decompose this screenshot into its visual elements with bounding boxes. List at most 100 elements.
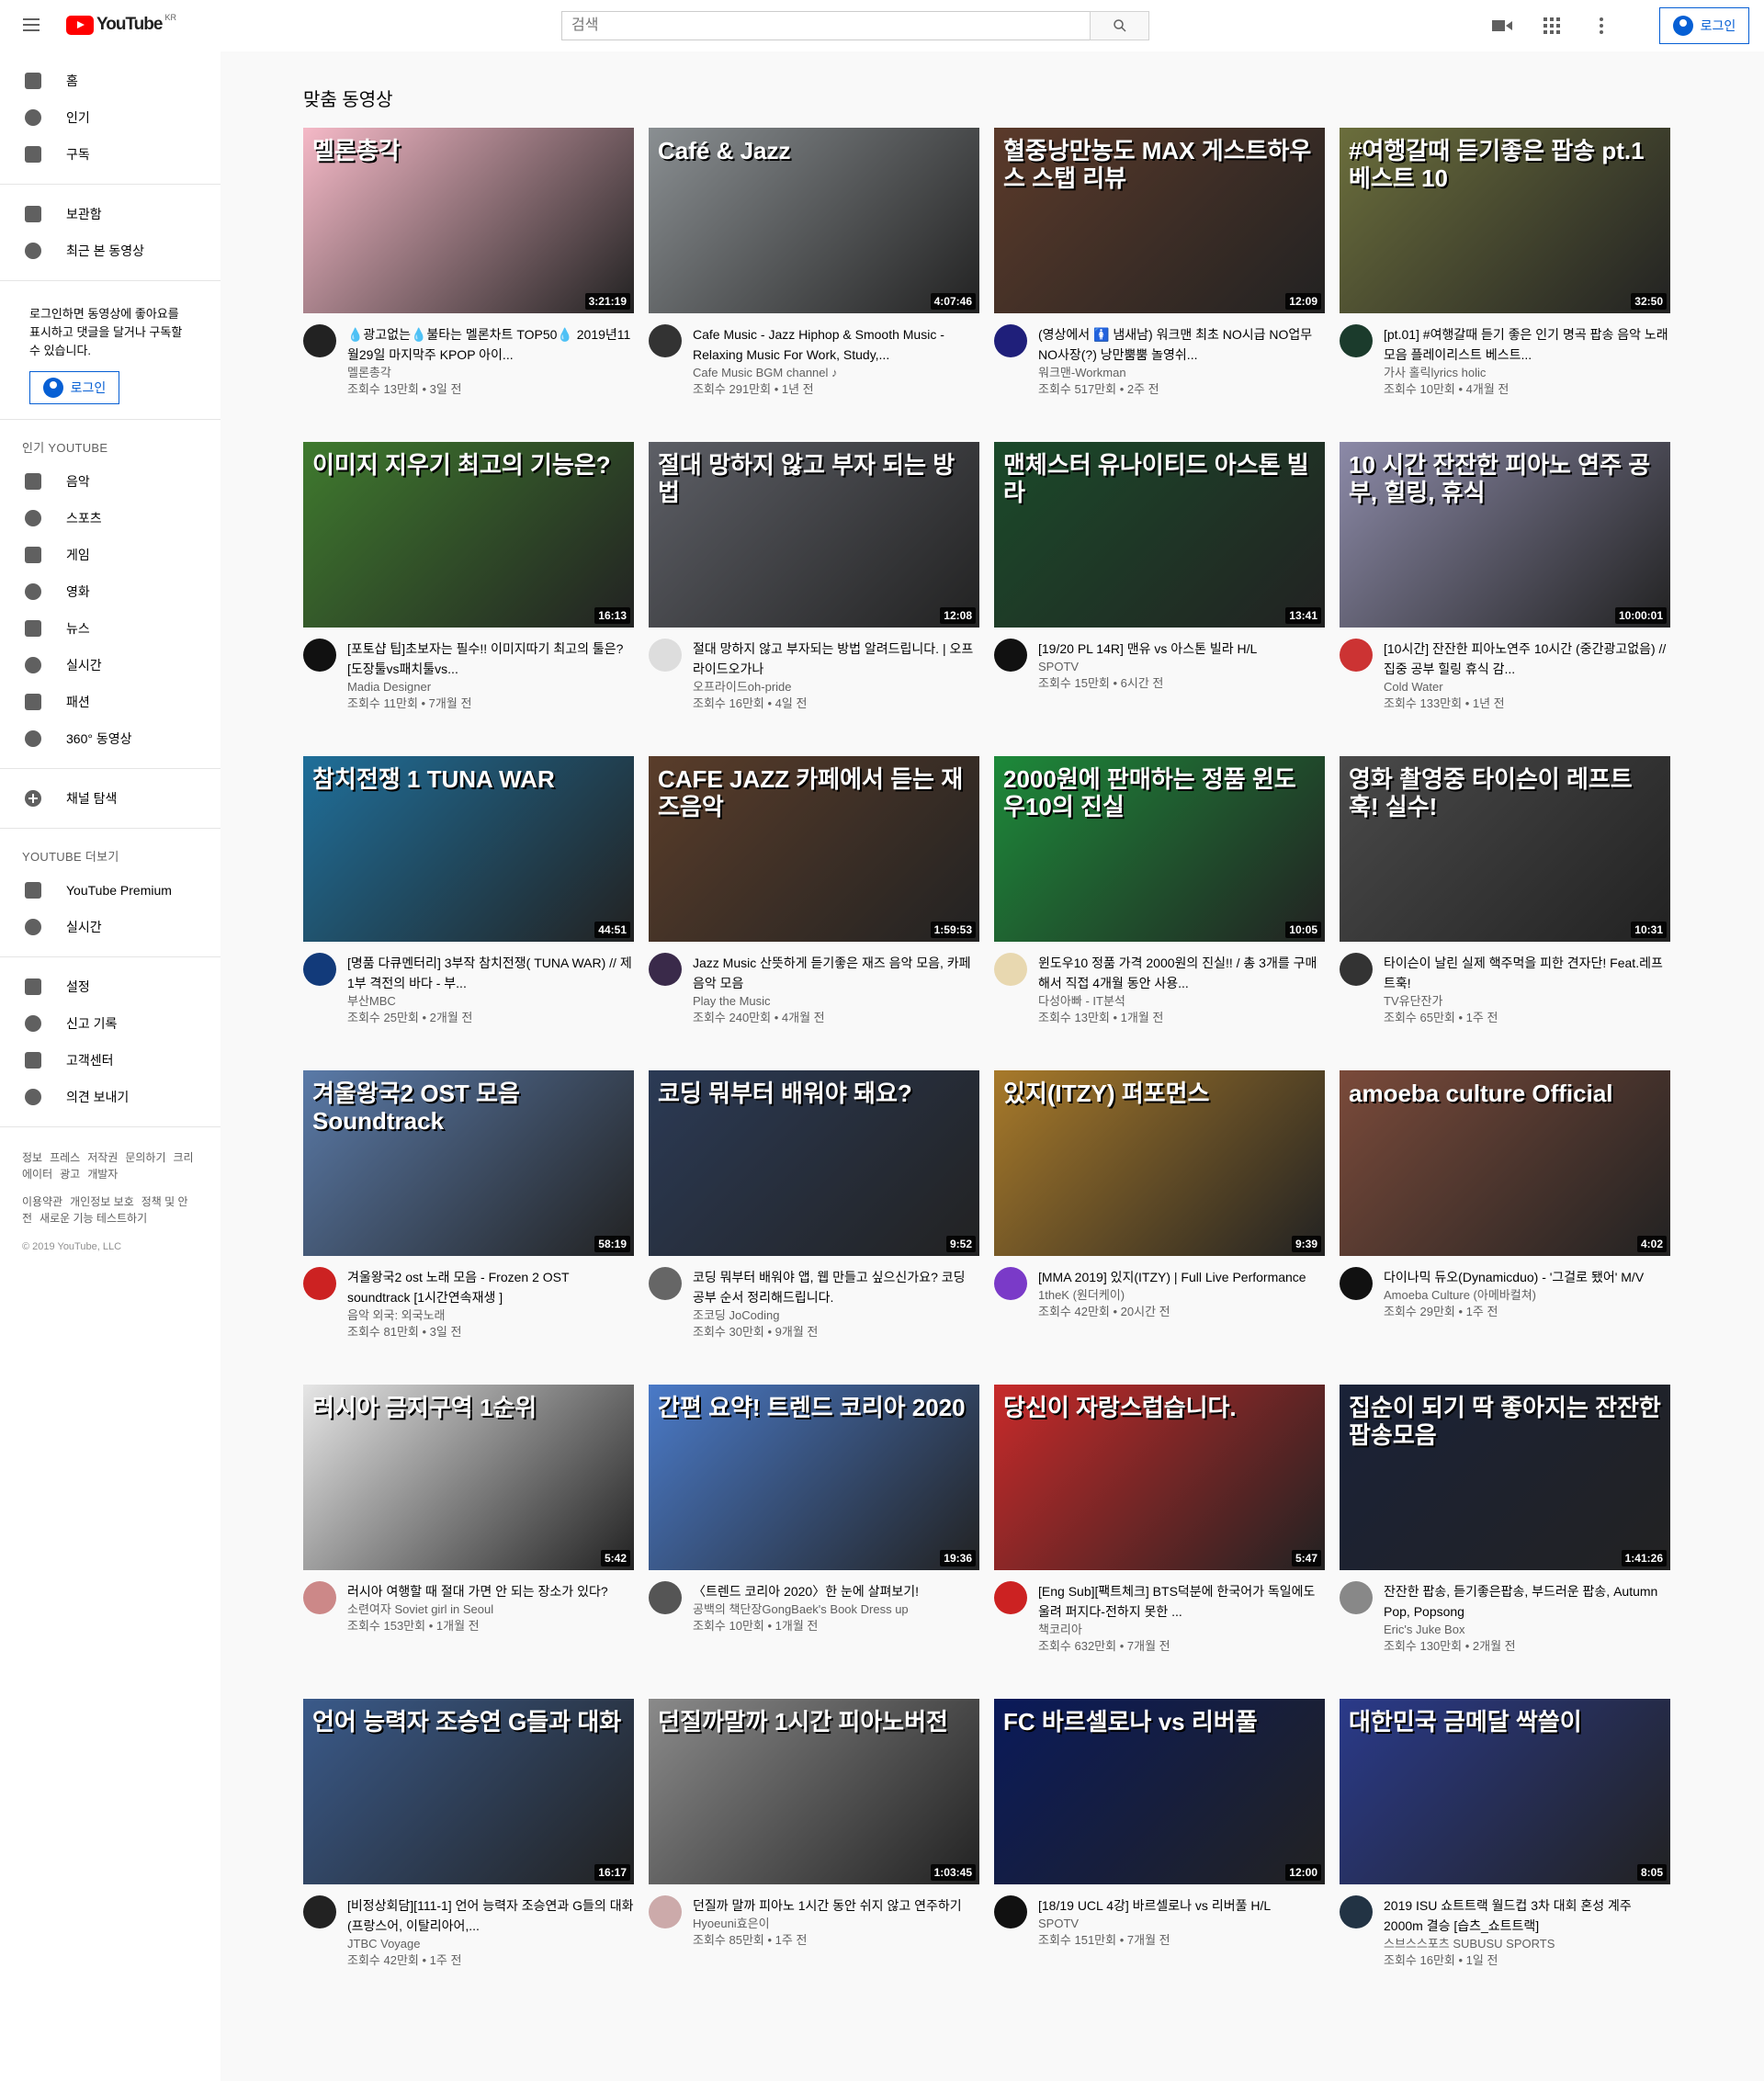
channel-avatar[interactable] (994, 1895, 1027, 1928)
sidebar-item-5[interactable]: 실시간 (0, 647, 220, 684)
video-title[interactable]: 겨울왕국2 ost 노래 모음 - Frozen 2 OST soundtrac… (347, 1267, 634, 1307)
channel-avatar[interactable] (303, 639, 336, 672)
video-card[interactable]: 코딩 뭐부터 배워야 돼요? 9:52 코딩 뭐부터 배워야 앱, 웹 만들고 … (649, 1070, 979, 1350)
video-thumbnail[interactable]: 멜론총각 3:21:19 (303, 128, 634, 313)
channel-avatar[interactable] (649, 1267, 682, 1300)
video-thumbnail[interactable]: 절대 망하지 않고 부자 되는 방법 12:08 (649, 442, 979, 628)
video-title[interactable]: Jazz Music 산뜻하게 듣기좋은 재즈 음악 모음, 카페음악 모음 (693, 953, 979, 993)
channel-name[interactable]: Cafe Music BGM channel ♪ (693, 365, 979, 381)
video-title[interactable]: [명품 다큐멘터리] 3부작 참치전쟁( TUNA WAR) // 제1부 격전… (347, 953, 634, 993)
sidebar-item-3[interactable]: 영화 (0, 573, 220, 610)
video-thumbnail[interactable]: 던질까말까 1시간 피아노버전 1:03:45 (649, 1699, 979, 1884)
sidebar-item-browse-channels[interactable]: 채널 탐색 (0, 780, 220, 817)
channel-avatar[interactable] (303, 953, 336, 986)
channel-name[interactable]: 스브스스포츠 SUBUSU SPORTS (1384, 1936, 1670, 1952)
video-thumbnail[interactable]: #여행갈때 듣기좋은 팝송 pt.1 베스트 10 32:50 (1340, 128, 1670, 313)
video-card[interactable]: 간편 요약! 트렌드 코리아 2020 19:36 〈트렌드 코리아 2020〉… (649, 1385, 979, 1664)
video-title[interactable]: [MMA 2019] 있지(ITZY) | Full Live Performa… (1038, 1267, 1325, 1287)
channel-avatar[interactable] (303, 324, 336, 357)
channel-name[interactable]: 멜론총각 (347, 365, 634, 381)
sidebar-item-6[interactable]: 패션 (0, 684, 220, 720)
video-thumbnail[interactable]: 언어 능력자 조승연 G들과 대화 16:17 (303, 1699, 634, 1884)
video-card[interactable]: Café & Jazz 4:07:46 Cafe Music - Jazz Hi… (649, 128, 979, 407)
sidebar-item-2[interactable]: 고객센터 (0, 1042, 220, 1079)
channel-name[interactable]: 다성아빠 - IT분석 (1038, 993, 1325, 1010)
video-title[interactable]: [19/20 PL 14R] 맨유 vs 아스톤 빌라 H/L (1038, 639, 1325, 659)
more-vert-icon[interactable] (1590, 15, 1612, 37)
channel-name[interactable]: 1theK (원더케이) (1038, 1287, 1325, 1304)
video-card[interactable]: 집순이 되기 딱 좋아지는 잔잔한 팝송모음 1:41:26 잔잔한 팝송, 듣… (1340, 1385, 1670, 1664)
video-card[interactable]: 2000원에 판매하는 정품 윈도우10의 진실 10:05 윈도우10 정품 … (994, 756, 1325, 1035)
channel-avatar[interactable] (1340, 1581, 1373, 1614)
video-thumbnail[interactable]: 영화 촬영중 타이슨이 레프트훅! 실수! 10:31 (1340, 756, 1670, 942)
channel-name[interactable]: 공백의 책단장GongBaek's Book Dress up (693, 1601, 979, 1618)
channel-avatar[interactable] (994, 953, 1027, 986)
sidebar-item-1[interactable]: 신고 기록 (0, 1005, 220, 1042)
video-title[interactable]: 잔잔한 팝송, 듣기좋은팝송, 부드러운 팝송, Autumn Pop, Pop… (1384, 1581, 1670, 1622)
video-title[interactable]: 러시아 여행할 때 절대 가면 안 되는 장소가 있다? (347, 1581, 634, 1601)
channel-name[interactable]: SPOTV (1038, 659, 1325, 675)
footer-link[interactable]: 광고 (60, 1168, 80, 1181)
channel-name[interactable]: Eric's Juke Box (1384, 1622, 1670, 1638)
channel-avatar[interactable] (1340, 953, 1373, 986)
video-card[interactable]: 참치전쟁 1 TUNA WAR 44:51 [명품 다큐멘터리] 3부작 참치전… (303, 756, 634, 1035)
footer-link[interactable]: 저작권 (87, 1151, 118, 1164)
channel-avatar[interactable] (649, 953, 682, 986)
search-input[interactable] (561, 11, 1090, 40)
channel-avatar[interactable] (1340, 324, 1373, 357)
channel-avatar[interactable] (994, 1267, 1027, 1300)
sidebar-item-3[interactable]: 의견 보내기 (0, 1079, 220, 1115)
sidebar-item-0[interactable]: YouTube Premium (0, 872, 220, 909)
channel-avatar[interactable] (649, 1895, 682, 1928)
signin-button[interactable]: 로그인 (1659, 7, 1749, 44)
channel-name[interactable]: Hyoeuni효은이 (693, 1916, 979, 1932)
video-thumbnail[interactable]: 참치전쟁 1 TUNA WAR 44:51 (303, 756, 634, 942)
channel-name[interactable]: 부산MBC (347, 993, 634, 1010)
video-thumbnail[interactable]: 이미지 지우기 최고의 기능은? 16:13 (303, 442, 634, 628)
sidebar-item-0[interactable]: 홈 (0, 62, 220, 99)
video-title[interactable]: [포토샵 팁]초보자는 필수!! 이미지따기 최고의 툴은? [도장툴vs패치툴… (347, 639, 634, 679)
video-thumbnail[interactable]: 맨체스터 유나이티드 아스톤 빌라 13:41 (994, 442, 1325, 628)
video-card[interactable]: FC 바르셀로나 vs 리버풀 12:00 [18/19 UCL 4강] 바르셀… (994, 1699, 1325, 1978)
video-thumbnail[interactable]: 대한민국 금메달 싹쓸이 8:05 (1340, 1699, 1670, 1884)
footer-link[interactable]: 정보 (22, 1151, 42, 1164)
channel-avatar[interactable] (303, 1581, 336, 1614)
channel-name[interactable]: 워크맨-Workman (1038, 365, 1325, 381)
channel-name[interactable]: Madia Designer (347, 679, 634, 696)
video-card[interactable]: 대한민국 금메달 싹쓸이 8:05 2019 ISU 쇼트트랙 월드컵 3차 대… (1340, 1699, 1670, 1978)
video-card[interactable]: CAFE JAZZ 카페에서 듣는 재즈음악 1:59:53 Jazz Musi… (649, 756, 979, 1035)
video-thumbnail[interactable]: Café & Jazz 4:07:46 (649, 128, 979, 313)
footer-link[interactable]: 프레스 (50, 1151, 80, 1164)
video-thumbnail[interactable]: 혈중낭만농도 MAX 게스트하우스 스탭 리뷰 12:09 (994, 128, 1325, 313)
video-thumbnail[interactable]: 당신이 자랑스럽습니다. 5:47 (994, 1385, 1325, 1570)
video-thumbnail[interactable]: 간편 요약! 트렌드 코리아 2020 19:36 (649, 1385, 979, 1570)
sidebar-item-1[interactable]: 최근 본 동영상 (0, 232, 220, 269)
video-title[interactable]: [18/19 UCL 4강] 바르셀로나 vs 리버풀 H/L (1038, 1895, 1325, 1916)
video-title[interactable]: 다이나믹 듀오(Dynamicduo) - '그걸로 됐어' M/V (1384, 1267, 1670, 1287)
channel-name[interactable]: 책코리아 (1038, 1622, 1325, 1638)
video-card[interactable]: 멜론총각 3:21:19 💧광고없는💧불타는 멜론차트 TOP50💧 2019년… (303, 128, 634, 407)
sidebar-item-0[interactable]: 설정 (0, 968, 220, 1005)
video-title[interactable]: Cafe Music - Jazz Hiphop & Smooth Music … (693, 324, 979, 365)
sidebar-item-0[interactable]: 음악 (0, 463, 220, 500)
video-title[interactable]: [10시간] 잔잔한 피아노연주 10시간 (중간광고없음) // 집중 공부 … (1384, 639, 1670, 679)
video-thumbnail[interactable]: 집순이 되기 딱 좋아지는 잔잔한 팝송모음 1:41:26 (1340, 1385, 1670, 1570)
channel-name[interactable]: Play the Music (693, 993, 979, 1010)
video-card[interactable]: 영화 촬영중 타이슨이 레프트훅! 실수! 10:31 타이슨이 날린 실제 핵… (1340, 756, 1670, 1035)
video-card[interactable]: 있지(ITZY) 퍼포먼스 9:39 [MMA 2019] 있지(ITZY) |… (994, 1070, 1325, 1350)
video-title[interactable]: 〈트렌드 코리아 2020〉한 눈에 살펴보기! (693, 1581, 979, 1601)
video-thumbnail[interactable]: amoeba culture Official 4:02 (1340, 1070, 1670, 1256)
video-title[interactable]: [pt.01] #여행갈때 듣기 좋은 인기 명곡 팝송 음악 노래 모음 플레… (1384, 324, 1670, 365)
channel-avatar[interactable] (303, 1895, 336, 1928)
video-title[interactable]: 절대 망하지 않고 부자되는 방법 알려드립니다. | 오프라이드오가나 (693, 639, 979, 679)
channel-avatar[interactable] (994, 639, 1027, 672)
video-card[interactable]: 러시아 금지구역 1순위 5:42 러시아 여행할 때 절대 가면 안 되는 장… (303, 1385, 634, 1664)
channel-avatar[interactable] (994, 324, 1027, 357)
video-card[interactable]: 맨체스터 유나이티드 아스톤 빌라 13:41 [19/20 PL 14R] 맨… (994, 442, 1325, 721)
channel-name[interactable]: Cold Water (1384, 679, 1670, 696)
channel-name[interactable]: 조코딩 JoCoding (693, 1307, 979, 1324)
video-card[interactable]: #여행갈때 듣기좋은 팝송 pt.1 베스트 10 32:50 [pt.01] … (1340, 128, 1670, 407)
footer-link[interactable]: 개발자 (87, 1168, 118, 1181)
channel-name[interactable]: 가사 홀릭lyrics holic (1384, 365, 1670, 381)
sidebar-signin-button[interactable]: 로그인 (29, 371, 119, 404)
